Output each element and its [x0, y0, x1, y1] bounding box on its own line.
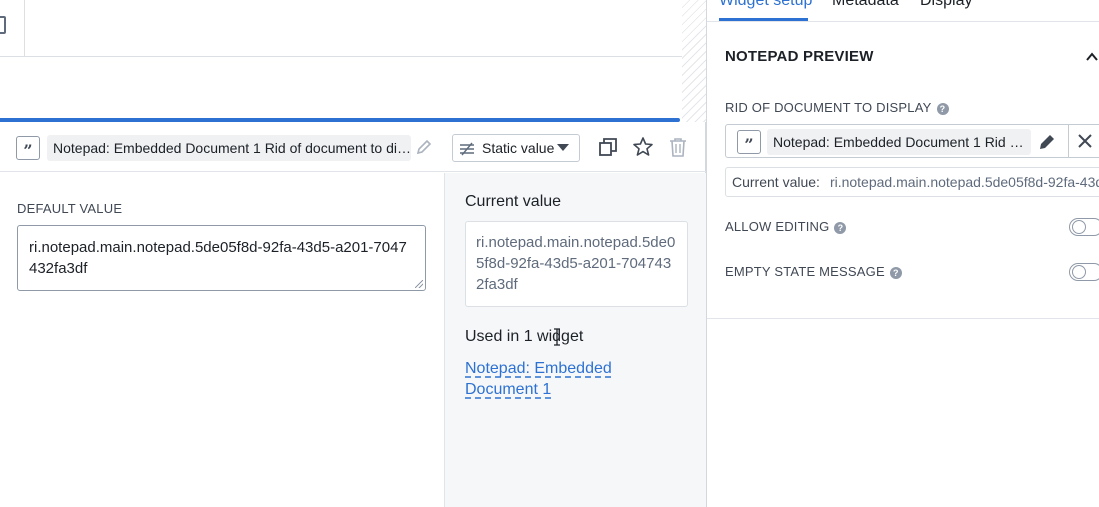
canvas-divider [0, 56, 682, 57]
current-value-title: Current value [465, 193, 562, 210]
variable-name[interactable]: Notepad: Embedded Document 1 Rid of docu… [47, 135, 411, 161]
tab-widget-setup[interactable]: Widget setup [719, 0, 812, 10]
text-cursor-icon [554, 328, 560, 346]
canvas-area [0, 0, 682, 118]
rid-field-label: RID OF DOCUMENT TO DISPLAY? [725, 100, 949, 115]
string-variable-icon: ” [737, 130, 761, 154]
default-value-label: DEFAULT VALUE [17, 201, 123, 216]
value-type-select[interactable]: Static value [452, 134, 580, 162]
section-divider [707, 318, 1099, 319]
config-tabs: Widget setup Metadata Display [707, 0, 1099, 22]
rid-label-text: RID OF DOCUMENT TO DISPLAY [725, 100, 932, 115]
empty-state-label: EMPTY STATE MESSAGE? [725, 264, 902, 279]
current-value-text: ri.notepad.main.notepad.5de05f8d-92fa-43… [829, 174, 1099, 190]
empty-state-toggle[interactable] [1069, 263, 1099, 281]
value-type-label: Static value [482, 140, 555, 156]
rid-variable-name[interactable]: Notepad: Embedded Document 1 Rid of ... [767, 129, 1031, 155]
divider [1068, 125, 1069, 157]
current-value-label: Current value: [732, 174, 820, 190]
allow-editing-text: ALLOW EDITING [725, 219, 830, 234]
default-value-section: DEFAULT VALUE ri.notepad.main.notepad.5d… [0, 173, 444, 507]
tab-metadata[interactable]: Metadata [832, 0, 899, 10]
usage-count: Used in 1 widget [465, 328, 584, 345]
variable-editor-header: ” Notepad: Embedded Document 1 Rid of do… [0, 122, 706, 172]
empty-state-text: EMPTY STATE MESSAGE [725, 264, 885, 279]
active-tab-indicator [719, 18, 808, 21]
allow-editing-toggle[interactable] [1069, 218, 1099, 236]
section-title[interactable]: NOTEPAD PREVIEW [725, 48, 874, 65]
star-icon[interactable] [632, 136, 654, 158]
rid-current-value: Current value: ri.notepad.main.notepad.5d… [725, 167, 1099, 197]
help-icon[interactable]: ? [834, 221, 847, 234]
default-value-text: ri.notepad.main.notepad.5de05f8d-92fa-43… [29, 239, 407, 277]
default-value-input[interactable]: ri.notepad.main.notepad.5de05f8d-92fa-43… [17, 225, 426, 291]
canvas-divider [24, 0, 25, 56]
trash-icon[interactable] [667, 136, 689, 158]
tab-display[interactable]: Display [920, 0, 972, 10]
toggle-knob [1072, 220, 1086, 234]
current-value-display: ri.notepad.main.notepad.5de05f8d-92fa-43… [465, 221, 688, 307]
app-root: ” Notepad: Embedded Document 1 Rid of do… [0, 0, 1099, 507]
toggle-knob [1072, 265, 1086, 279]
widget-frame-icon [0, 16, 6, 34]
resize-handle[interactable] [415, 280, 423, 288]
pencil-icon[interactable] [416, 139, 432, 155]
rid-variable-picker[interactable]: ” Notepad: Embedded Document 1 Rid of ..… [725, 124, 1099, 158]
chevron-up-icon[interactable] [1085, 50, 1099, 64]
canvas-gutter [682, 0, 706, 122]
current-value-section: Current value ri.notepad.main.notepad.5d… [444, 173, 706, 507]
string-variable-icon: ” [16, 136, 40, 160]
variable-editor: ” Notepad: Embedded Document 1 Rid of do… [0, 122, 706, 507]
help-icon[interactable]: ? [936, 102, 949, 115]
widget-config-panel: Widget setup Metadata Display NOTEPAD PR… [706, 0, 1099, 507]
close-icon[interactable] [1077, 133, 1093, 149]
help-icon[interactable]: ? [889, 266, 902, 279]
widget-link[interactable]: Notepad: Embedded Document 1 [465, 358, 685, 400]
caret-down-icon [557, 144, 569, 151]
duplicate-icon[interactable] [597, 136, 619, 158]
pencil-icon[interactable] [1038, 133, 1056, 151]
allow-editing-label: ALLOW EDITING? [725, 219, 847, 234]
sliders-icon [460, 142, 474, 156]
